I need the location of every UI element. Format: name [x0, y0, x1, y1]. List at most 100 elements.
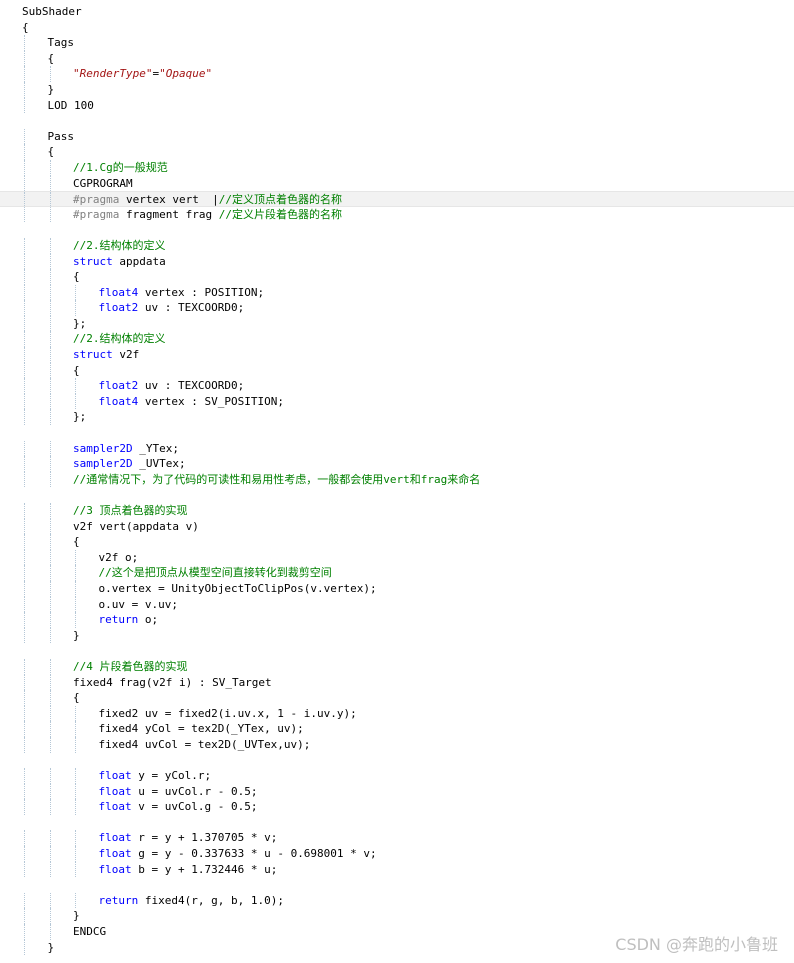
code-token: float — [98, 784, 132, 798]
indent-guide — [24, 939, 25, 956]
code-line[interactable]: sampler2D _UVTex; — [0, 456, 794, 472]
code-line[interactable]: //2.结构体的定义 — [0, 331, 794, 348]
code-line[interactable]: float r = y + 1.370705 * v; — [0, 830, 794, 847]
code-text: o.uv = v.uv; — [99, 597, 178, 613]
code-line[interactable]: { — [0, 50, 794, 67]
code-text: //4 片段着色器的实现 — [73, 659, 188, 675]
code-line[interactable]: { — [0, 534, 794, 550]
code-line[interactable]: struct v2f — [0, 347, 794, 363]
code-line[interactable]: Pass — [0, 128, 794, 145]
indent-guide — [24, 627, 25, 644]
indent-guide — [49, 237, 51, 254]
code-line[interactable]: Tags — [0, 35, 794, 51]
code-line[interactable]: //通常情况下，为了代码的可读性和易用性考虑，一般都会使用vert和frag来命… — [0, 471, 794, 488]
code-line[interactable] — [0, 815, 794, 831]
code-line[interactable]: v2f vert(appdata v) — [0, 518, 794, 535]
code-line[interactable]: }; — [0, 409, 794, 426]
code-line[interactable]: //3 顶点着色器的实现 — [0, 503, 794, 519]
code-token: ENDCG — [73, 925, 107, 939]
indent-guide — [49, 518, 51, 535]
code-line[interactable] — [0, 753, 794, 769]
code-text: ENDCG — [73, 924, 106, 940]
code-line[interactable]: //2.结构体的定义 — [0, 237, 794, 254]
code-line[interactable] — [0, 113, 794, 129]
code-line[interactable]: CGPROGRAM — [0, 175, 794, 192]
code-line[interactable]: } — [0, 81, 794, 98]
code-line[interactable]: return fixed4(r, g, b, 1.0); — [0, 892, 794, 909]
indent-guide — [75, 565, 76, 581]
code-token: _YTex; — [132, 441, 186, 455]
code-line[interactable] — [0, 643, 794, 659]
code-token: float4 — [98, 394, 139, 408]
code-line[interactable]: //这个是把顶点从模型空间直接转化到裁剪空间 — [0, 565, 794, 581]
code-line[interactable]: }; — [0, 315, 794, 332]
indent-guide — [49, 908, 51, 925]
code-line[interactable]: float2 uv : TEXCOORD0; — [0, 378, 794, 394]
indent-guide — [49, 924, 51, 940]
code-line[interactable]: sampler2D _YTex; — [0, 440, 794, 457]
code-line[interactable]: v2f o; — [0, 549, 794, 566]
code-line[interactable]: //4 片段着色器的实现 — [0, 658, 794, 675]
code-line[interactable]: float g = y - 0.337633 * u - 0.698001 * … — [0, 846, 794, 862]
indent-guide — [75, 549, 76, 566]
code-line[interactable]: float4 vertex : SV_POSITION; — [0, 393, 794, 410]
code-line[interactable]: float4 vertex : POSITION; — [0, 284, 794, 301]
code-line[interactable]: #pragma vertex vert |//定义顶点着色器的名称 — [0, 191, 794, 207]
code-text: "RenderType"="Opaque" — [73, 66, 212, 82]
code-line[interactable]: { — [0, 690, 794, 706]
indent-guide — [49, 269, 51, 285]
code-line[interactable]: { — [0, 144, 794, 160]
code-line[interactable] — [0, 425, 794, 441]
code-token: v2f vert(appdata v) — [73, 519, 199, 533]
indent-guide — [24, 799, 25, 815]
code-token: u = uvCol.r - 0.5; — [131, 784, 258, 798]
code-line[interactable]: LOD 100 — [0, 97, 794, 114]
code-line[interactable]: fixed2 uv = fixed2(i.uv.x, 1 - i.uv.y); — [0, 705, 794, 722]
code-line[interactable]: #pragma fragment frag //定义片段着色器的名称 — [0, 206, 794, 223]
code-line[interactable] — [0, 877, 794, 893]
code-line[interactable]: { — [0, 269, 794, 285]
code-line[interactable]: o.uv = v.uv; — [0, 596, 794, 613]
indent-guide — [24, 362, 25, 379]
code-line[interactable]: float b = y + 1.732446 * u; — [0, 861, 794, 878]
code-token: float — [98, 847, 132, 861]
code-line[interactable]: fixed4 yCol = tex2D(_YTex, uv); — [0, 721, 794, 737]
code-line[interactable]: struct appdata — [0, 253, 794, 270]
code-line[interactable]: fixed4 frag(v2f i) : SV_Target — [0, 674, 794, 691]
code-line[interactable]: o.vertex = UnityObjectToClipPos(v.vertex… — [0, 580, 794, 597]
indent-guide — [24, 192, 25, 206]
code-line[interactable]: } — [0, 627, 794, 644]
code-token: _UVTex; — [132, 457, 193, 471]
code-line[interactable] — [0, 222, 794, 238]
indent-guide — [24, 159, 25, 176]
code-token: o.uv = v.uv; — [98, 597, 178, 611]
code-line[interactable]: { — [0, 362, 794, 379]
code-line[interactable]: float u = uvCol.r - 0.5; — [0, 783, 794, 800]
code-line[interactable]: return o; — [0, 612, 794, 628]
indent-guide — [75, 721, 76, 737]
indent-guide — [49, 612, 51, 628]
code-text: } — [73, 908, 80, 924]
indent-guide — [49, 471, 51, 488]
code-token: vertex : SV_POSITION; — [138, 394, 284, 408]
code-text: float b = y + 1.732446 * u; — [99, 862, 278, 878]
code-line[interactable] — [0, 487, 794, 503]
code-text: Tags — [48, 35, 75, 51]
code-editor[interactable]: SubShader{Tags{"RenderType"="Opaque"} LOD… — [0, 4, 794, 956]
indent-guide — [75, 846, 76, 862]
indent-guide — [49, 378, 51, 394]
code-line[interactable]: fixed4 uvCol = tex2D(_UVTex,uv); — [0, 736, 794, 753]
code-line[interactable]: } — [0, 908, 794, 925]
code-line[interactable]: float y = yCol.r; — [0, 768, 794, 784]
indent-guide — [24, 237, 25, 254]
code-token: { — [73, 691, 80, 705]
code-line[interactable]: "RenderType"="Opaque" — [0, 66, 794, 82]
code-line[interactable]: float2 uv : TEXCOORD0; — [0, 300, 794, 316]
code-line[interactable]: { — [0, 20, 794, 36]
code-token: } — [73, 628, 80, 642]
indent-guide — [24, 503, 25, 519]
code-line[interactable]: float v = uvCol.g - 0.5; — [0, 799, 794, 815]
code-line[interactable]: //1.Cg的一般规范 — [0, 159, 794, 176]
code-token: SubShader — [22, 5, 82, 18]
code-line[interactable]: SubShader — [0, 4, 794, 20]
